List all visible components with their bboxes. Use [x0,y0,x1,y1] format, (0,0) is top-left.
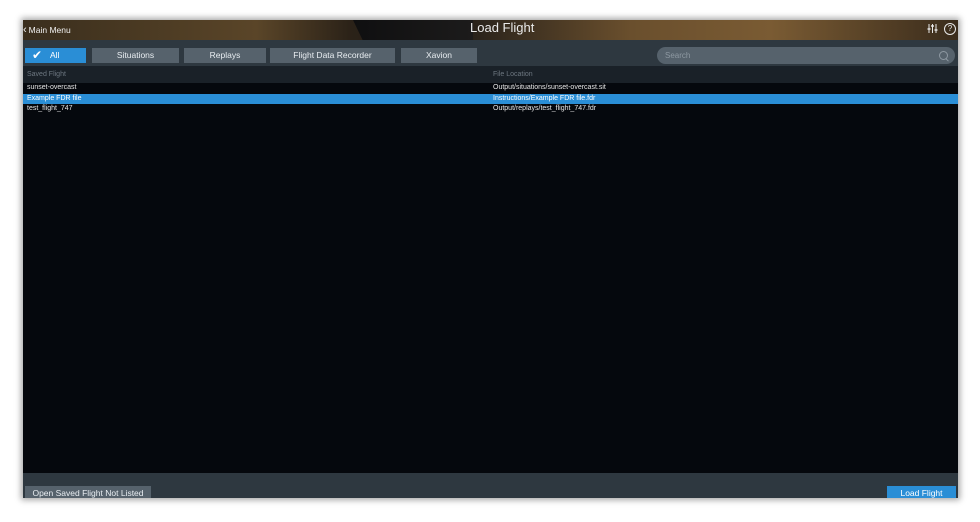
page-title: Load Flight [470,20,535,35]
table-row[interactable]: test_flight_747 Output/replays/test_flig… [23,104,958,115]
row-flight-name: test_flight_747 [27,105,73,112]
row-file-location: Output/replays/test_flight_747.fdr [493,105,597,112]
main-menu-back-button[interactable]: ‹ Main Menu [23,23,71,37]
tab-all[interactable]: ✔ All [25,48,86,63]
tab-situations-label: Situations [116,50,155,60]
tab-replays-label: Replays [209,50,241,60]
row-file-location: Output/situations/sunset-overcast.sit [493,84,606,91]
filter-toolbar: ✔ All Situations Replays Flight Data Reco… [23,40,958,66]
tab-situations[interactable]: Situations [92,48,179,63]
saved-flights-list: sunset-overcast Output/situations/sunset… [23,83,958,473]
row-flight-name: sunset-overcast [27,84,77,91]
tab-xavion[interactable]: Xavion [401,48,477,63]
tab-flight-data-recorder[interactable]: Flight Data Recorder [270,48,395,63]
search-input[interactable]: Search [657,47,955,64]
column-header-file-location[interactable]: File Location [493,66,533,83]
search-placeholder: Search [665,51,691,60]
back-label: Main Menu [28,25,71,35]
row-file-location: Instructions/Example FDR file.fdr [493,94,596,102]
header-background-art [353,20,473,40]
table-row[interactable]: Example FDR file Instructions/Example FD… [23,93,958,104]
title-bar: ‹ Main Menu Load Flight ? [23,20,958,40]
load-flight-window: ‹ Main Menu Load Flight ? ✔ All Situation… [23,20,958,498]
search-icon [939,51,948,60]
tab-xavion-label: Xavion [426,50,452,60]
tab-replays[interactable]: Replays [184,48,266,63]
open-saved-flight-button[interactable]: Open Saved Flight Not Listed [25,486,151,498]
row-flight-name: Example FDR file [27,94,82,102]
table-row[interactable]: sunset-overcast Output/situations/sunset… [23,83,958,94]
sliders-icon[interactable] [927,23,938,38]
chevron-left-icon: ‹ [23,23,27,36]
checkmark-icon: ✔ [32,48,43,62]
tab-all-label: All [50,50,60,60]
footer-bar: Open Saved Flight Not Listed Load Flight [23,473,958,498]
help-icon[interactable]: ? [944,23,956,35]
load-flight-button[interactable]: Load Flight [887,486,956,498]
column-header-saved-flight[interactable]: Saved Flight [27,66,66,83]
column-header-row: Saved Flight File Location [23,66,958,83]
tab-flight-data-recorder-label: Flight Data Recorder [293,50,372,60]
